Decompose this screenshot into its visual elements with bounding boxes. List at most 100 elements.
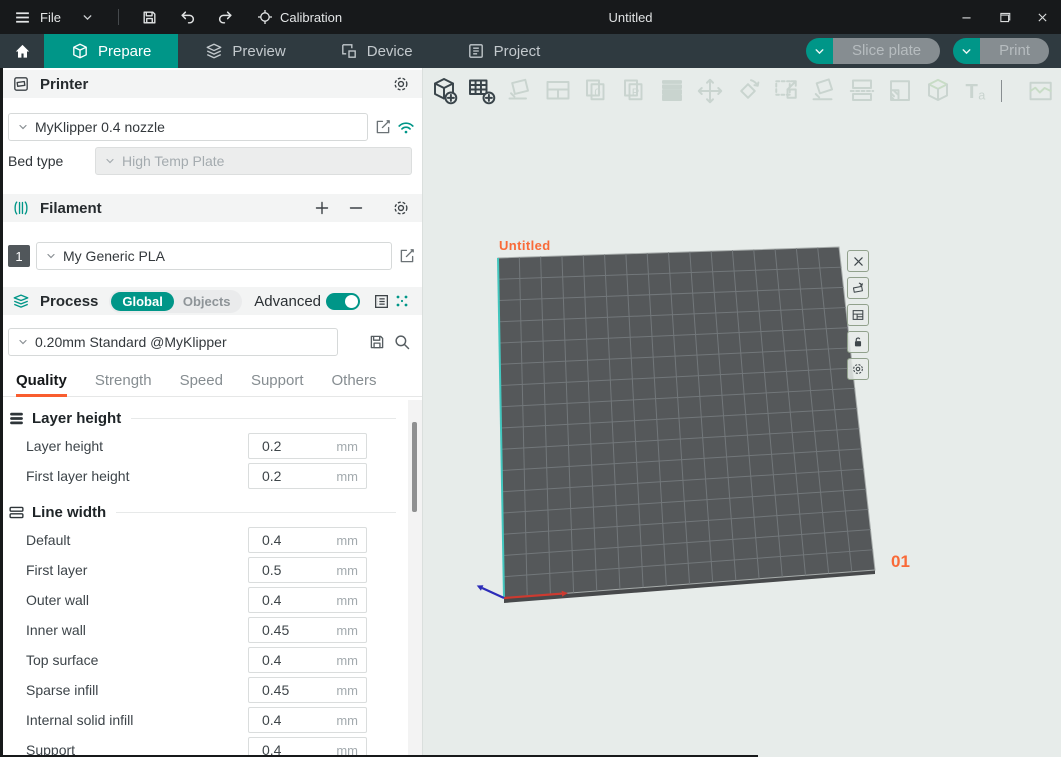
- screen-edge-artifact: [0, 68, 3, 757]
- titlebar: File Calibration Untitled: [0, 0, 1061, 34]
- scrollbar[interactable]: [408, 400, 422, 757]
- param-group-title: Line width: [32, 504, 106, 521]
- scope-global-button[interactable]: Global: [111, 292, 173, 311]
- edit-printer-preset-icon[interactable]: [374, 118, 392, 136]
- build-plate[interactable]: [423, 68, 1061, 757]
- redo-icon[interactable]: [207, 0, 245, 34]
- toolbar-separator: [1001, 80, 1002, 102]
- lock-plate-icon[interactable]: [847, 331, 869, 353]
- compare-presets-icon[interactable]: [394, 293, 410, 309]
- slice-plate-button[interactable]: Slice plate: [833, 38, 940, 64]
- filament-preset-combo[interactable]: My Generic PLA: [36, 242, 392, 270]
- scope-objects-button[interactable]: Objects: [174, 292, 240, 311]
- param-input[interactable]: 0.4 mm: [248, 527, 367, 553]
- 3d-viewport[interactable]: 0PTa Untitled 01: [422, 68, 1061, 757]
- process-header-label: Process: [40, 293, 98, 310]
- process-preset-combo[interactable]: 0.20mm Standard @MyKlipper: [8, 328, 338, 356]
- menu-icon[interactable]: [0, 0, 40, 34]
- maximize-icon[interactable]: [985, 0, 1023, 34]
- param-input[interactable]: 0.2 mm: [248, 433, 367, 459]
- bed-type-label: Bed type: [8, 147, 63, 175]
- add-filament-icon[interactable]: [314, 200, 330, 216]
- param-tab-strength[interactable]: Strength: [95, 368, 152, 397]
- group-divider: [131, 418, 396, 419]
- mesh-edit-icon: [1024, 74, 1058, 108]
- param-group-header[interactable]: Layer height: [8, 407, 400, 429]
- add-object-icon[interactable]: [427, 74, 461, 108]
- search-icon[interactable]: [393, 333, 411, 351]
- paint-icon: [883, 74, 917, 108]
- viewport-toolbar: 0PTa: [423, 72, 1058, 110]
- process-scope-toggle: Global Objects: [109, 290, 241, 313]
- save-preset-icon[interactable]: [368, 333, 386, 351]
- calibration-icon: [257, 9, 273, 25]
- param-value: 0.4: [249, 532, 281, 548]
- param-unit: mm: [336, 439, 366, 454]
- tab-project-label: Project: [494, 43, 541, 60]
- home-icon[interactable]: [0, 34, 44, 68]
- param-input[interactable]: 0.4 mm: [248, 587, 367, 613]
- arrange-plate-icon[interactable]: [847, 304, 869, 326]
- param-row: Top surface 0.4 mm: [0, 647, 408, 673]
- tab-prepare[interactable]: Prepare: [44, 34, 178, 68]
- param-tab-speed[interactable]: Speed: [180, 368, 223, 397]
- chevron-down-icon[interactable]: [69, 0, 106, 34]
- printer-header-label: Printer: [40, 76, 88, 93]
- bed-type-combo[interactable]: High Temp Plate: [95, 147, 412, 175]
- filament-slot-badge[interactable]: 1: [8, 245, 30, 267]
- file-menu-label[interactable]: File: [40, 10, 61, 25]
- tab-device[interactable]: Device: [313, 34, 440, 68]
- param-group-header[interactable]: Line width: [8, 501, 400, 523]
- param-input[interactable]: 0.45 mm: [248, 617, 367, 643]
- cut-icon: [845, 74, 879, 108]
- group-divider: [116, 512, 396, 513]
- param-unit: mm: [336, 563, 366, 578]
- svg-text:a: a: [978, 87, 986, 102]
- add-plate-icon[interactable]: [465, 74, 499, 108]
- slice-options-chevron-icon[interactable]: [806, 38, 833, 64]
- param-input[interactable]: 0.4 mm: [248, 647, 367, 673]
- param-input[interactable]: 0.5 mm: [248, 557, 367, 583]
- calibration-button[interactable]: Calibration: [245, 0, 354, 34]
- process-icon: [12, 292, 30, 310]
- edit-filament-preset-icon[interactable]: [398, 247, 416, 265]
- wifi-icon[interactable]: [397, 119, 415, 137]
- orient-plate-icon[interactable]: [847, 277, 869, 299]
- param-input[interactable]: 0.4 mm: [248, 707, 367, 733]
- param-label: Sparse infill: [26, 682, 98, 698]
- move-icon: [693, 74, 727, 108]
- param-input[interactable]: 0.2 mm: [248, 463, 367, 489]
- param-tab-quality[interactable]: Quality: [16, 368, 67, 397]
- advanced-toggle[interactable]: [326, 293, 360, 310]
- param-value: 0.5: [249, 562, 281, 578]
- printer-preset-combo[interactable]: MyKlipper 0.4 nozzle: [8, 113, 368, 141]
- close-icon[interactable]: [1023, 0, 1061, 34]
- tab-preview[interactable]: Preview: [178, 34, 312, 68]
- plate-name-label[interactable]: Untitled: [499, 238, 551, 253]
- param-input[interactable]: 0.45 mm: [248, 677, 367, 703]
- plate-action-buttons: [847, 250, 869, 380]
- undo-icon[interactable]: [169, 0, 207, 34]
- printer-settings-gear-icon[interactable]: [392, 75, 410, 93]
- param-input[interactable]: 0.4 mm: [248, 737, 367, 757]
- scrollbar-thumb[interactable]: [412, 422, 417, 512]
- param-unit: mm: [336, 593, 366, 608]
- plate-settings-gear-icon[interactable]: [847, 358, 869, 380]
- minimize-icon[interactable]: [947, 0, 985, 34]
- delete-plate-icon[interactable]: [847, 250, 869, 272]
- param-tab-others[interactable]: Others: [332, 368, 377, 397]
- param-group-title: Layer height: [32, 410, 121, 427]
- chevron-down-icon: [45, 250, 57, 262]
- param-tab-support[interactable]: Support: [251, 368, 304, 397]
- print-button[interactable]: Print: [980, 38, 1049, 64]
- view-all-params-icon[interactable]: [373, 293, 390, 310]
- tab-project[interactable]: Project: [440, 34, 568, 68]
- print-options-chevron-icon[interactable]: [953, 38, 980, 64]
- param-label: Layer height: [26, 438, 103, 454]
- filament-settings-gear-icon[interactable]: [392, 199, 410, 217]
- remove-filament-icon[interactable]: [348, 200, 364, 216]
- svg-text:T: T: [966, 81, 979, 103]
- svg-text:0: 0: [594, 87, 600, 99]
- save-icon[interactable]: [131, 0, 169, 34]
- param-row: Internal solid infill 0.4 mm: [0, 707, 408, 733]
